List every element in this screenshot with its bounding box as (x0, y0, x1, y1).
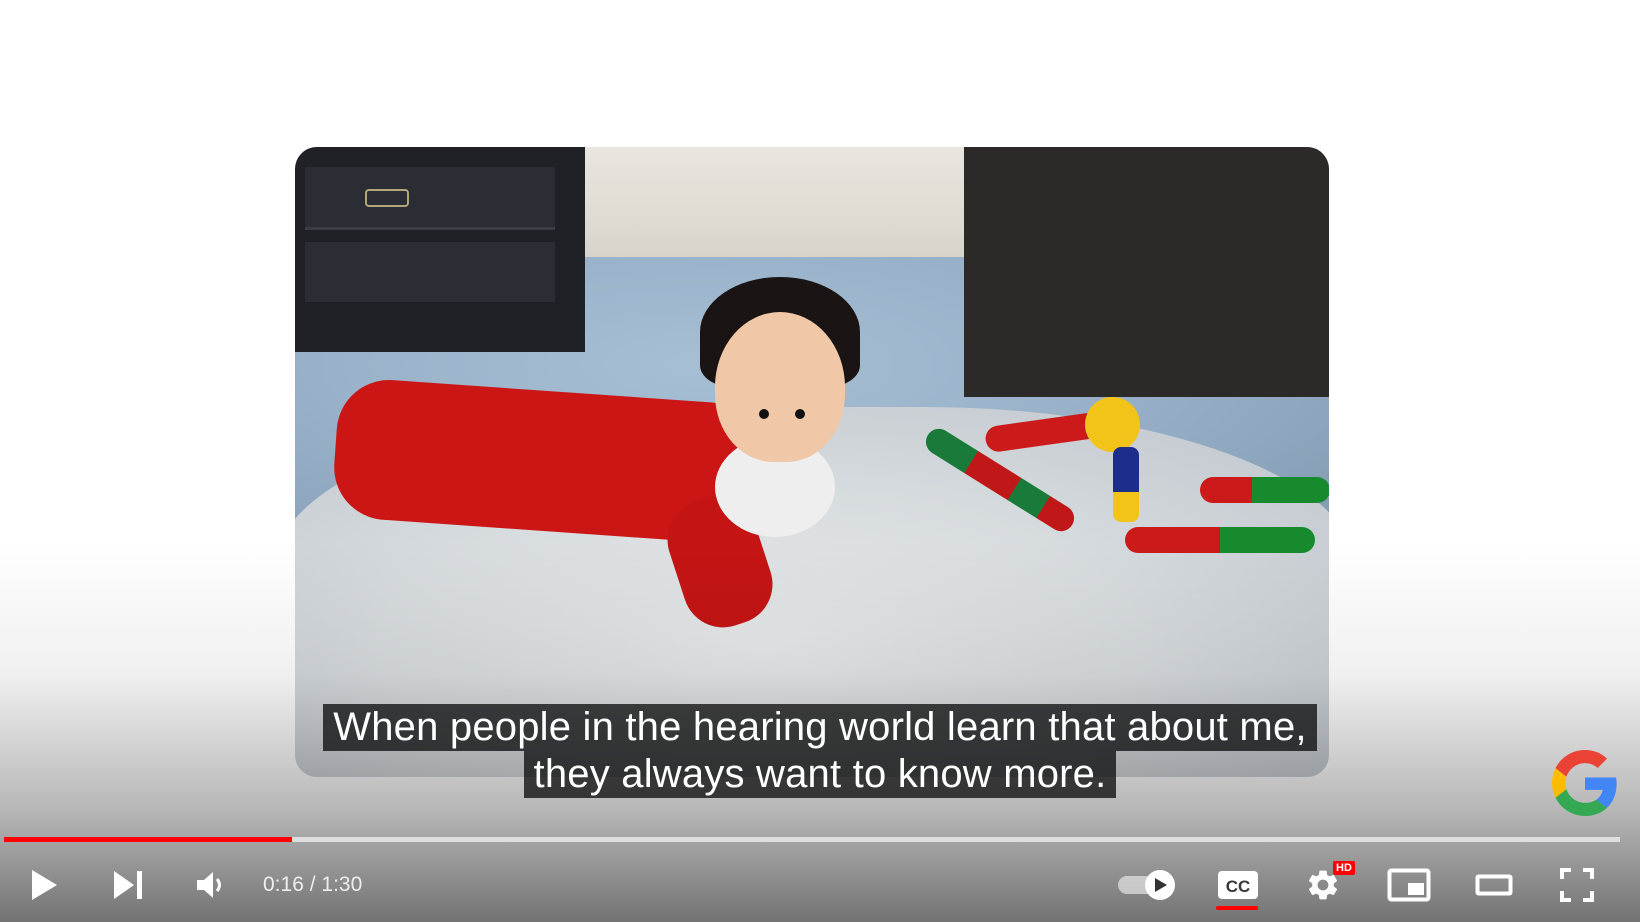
captions-label: CC (1226, 877, 1251, 896)
volume-icon (197, 872, 221, 898)
caption-window: When people in the hearing world learn t… (0, 704, 1640, 798)
caption-line: they always want to know more. (523, 751, 1117, 798)
theater-mode-button[interactable] (1467, 855, 1521, 915)
autoplay-toggle[interactable] (1115, 855, 1179, 915)
time-display: 0:16 / 1:30 (263, 855, 362, 915)
current-time: 0:16 (263, 873, 304, 896)
captions-icon: CC (1218, 871, 1258, 899)
fullscreen-button[interactable] (1552, 855, 1602, 915)
captions-active-indicator (1216, 906, 1258, 910)
duration: 1:30 (321, 873, 363, 896)
time-separator: / (303, 873, 322, 896)
progress-played (4, 837, 292, 842)
control-bar: 0:16 / 1:30 CC HD (0, 855, 1640, 915)
theater-mode-icon (1475, 874, 1513, 896)
autoplay-toggle-icon (1118, 870, 1175, 900)
mute-button[interactable] (188, 855, 236, 915)
progress-bar[interactable] (4, 837, 1620, 842)
miniplayer-icon (1387, 868, 1431, 902)
play-icon (32, 870, 57, 900)
next-icon (114, 871, 142, 899)
google-g-logo (1552, 750, 1617, 816)
play-button[interactable] (20, 855, 68, 915)
video-player[interactable]: When people in the hearing world learn t… (0, 0, 1640, 922)
hd-quality-badge: HD (1333, 861, 1355, 875)
miniplayer-button[interactable] (1382, 855, 1436, 915)
fullscreen-icon (1560, 868, 1594, 902)
caption-line: When people in the hearing world learn t… (323, 704, 1317, 751)
next-button[interactable] (104, 855, 152, 915)
